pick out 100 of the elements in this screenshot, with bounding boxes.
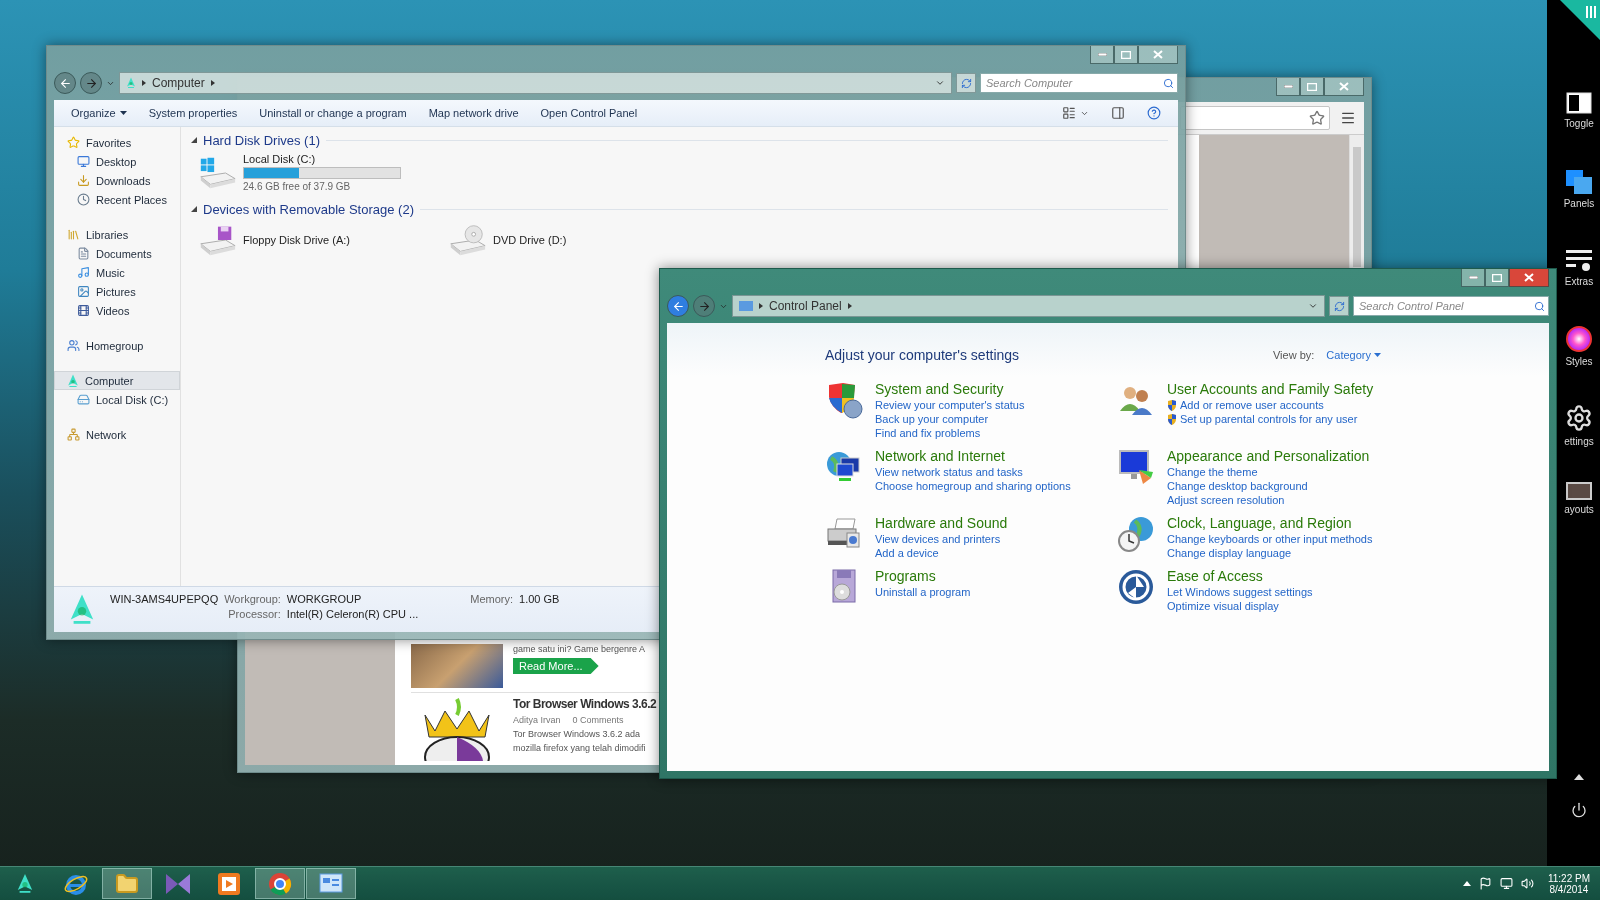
forward-button[interactable] <box>693 295 715 317</box>
address-bar[interactable]: Computer <box>119 72 952 94</box>
maximize-button[interactable] <box>1114 46 1138 64</box>
nav-item[interactable]: Videos <box>54 301 180 320</box>
nav-item[interactable]: Libraries <box>54 225 180 244</box>
refresh-button[interactable] <box>956 73 976 93</box>
category-link[interactable]: System and Security <box>875 381 1025 397</box>
network-icon <box>67 428 80 441</box>
nav-item[interactable]: Computer <box>54 371 180 390</box>
toolbar-button[interactable]: Uninstall or change a program <box>250 104 416 122</box>
sidebar-item[interactable]: ayouts <box>1558 482 1600 552</box>
back-button[interactable] <box>54 72 76 94</box>
sidebar-item[interactable]: Styles <box>1558 326 1600 396</box>
dropdown-caret-icon <box>935 78 945 88</box>
collapse-triangle-icon[interactable] <box>191 206 197 212</box>
task-link[interactable]: Let Windows suggest settings <box>1167 586 1313 598</box>
corner-menu-icon[interactable] <box>1560 0 1600 40</box>
settings-icon <box>1565 404 1593 432</box>
category-link[interactable]: User Accounts and Family Safety <box>1167 381 1374 397</box>
article-title[interactable]: Tor Browser Windows 3.6.2 <box>513 697 657 711</box>
task-link[interactable]: Change keyboards or other input methods <box>1167 533 1373 545</box>
minimize-button[interactable] <box>1090 46 1114 64</box>
toolbar-button[interactable]: Map network drive <box>419 104 528 122</box>
computer-name: WIN-3AMS4UPEPQQ <box>110 593 219 605</box>
task-link[interactable]: Choose homegroup and sharing options <box>875 480 1071 492</box>
task-link[interactable]: Uninstall a program <box>875 586 971 598</box>
taskbar-app-button[interactable] <box>255 868 305 899</box>
nav-item[interactable]: Downloads <box>54 171 180 190</box>
close-button[interactable] <box>1509 269 1549 287</box>
task-link[interactable]: Add or remove user accounts <box>1180 399 1324 411</box>
task-link[interactable]: Change display language <box>1167 547 1292 559</box>
toolbar-button[interactable]: Open Control Panel <box>531 104 647 122</box>
drive-name[interactable]: Floppy Disk Drive (A:) <box>243 234 350 246</box>
back-button[interactable] <box>667 295 689 317</box>
power-icon[interactable] <box>1570 802 1587 818</box>
breadcrumb[interactable]: Computer <box>152 76 205 90</box>
task-link[interactable]: Change the theme <box>1167 466 1258 478</box>
nav-item[interactable]: Homegroup <box>54 336 180 355</box>
view-by-dropdown[interactable]: Category <box>1326 349 1381 361</box>
nav-item[interactable]: Documents <box>54 244 180 263</box>
category-link[interactable]: Hardware and Sound <box>875 515 1008 531</box>
up-arrow-icon[interactable] <box>1573 774 1584 780</box>
category-link[interactable]: Network and Internet <box>875 448 1071 464</box>
sidebar-item[interactable]: Panels <box>1558 170 1600 240</box>
sidebar-item[interactable]: Extras <box>1558 248 1600 318</box>
menu-icon[interactable] <box>1340 110 1356 126</box>
drive-name[interactable]: Local Disk (C:) <box>243 153 401 165</box>
nav-item[interactable]: Local Disk (C:) <box>54 390 180 409</box>
task-link[interactable]: Adjust screen resolution <box>1167 494 1285 506</box>
task-link[interactable]: Find and fix problems <box>875 427 981 439</box>
task-link[interactable]: Add a device <box>875 547 939 559</box>
hard-drive-icon <box>77 393 90 406</box>
search-field[interactable]: Search Computer <box>980 73 1178 93</box>
breadcrumb[interactable]: Control Panel <box>769 299 842 313</box>
bookmark-star-icon[interactable] <box>1309 110 1325 126</box>
minimize-button[interactable] <box>1276 78 1300 96</box>
category-link[interactable]: Programs <box>875 568 971 584</box>
network-monitor-icon[interactable] <box>1499 877 1513 890</box>
download-icon <box>77 174 90 187</box>
maximize-button[interactable] <box>1300 78 1324 96</box>
task-link[interactable]: View devices and printers <box>875 533 1001 545</box>
task-link[interactable]: Review your computer's status <box>875 399 1025 411</box>
task-link[interactable]: View network status and tasks <box>875 466 1023 478</box>
toolbar-button[interactable]: Organize <box>62 104 136 122</box>
speaker-icon[interactable] <box>1520 877 1534 890</box>
task-link[interactable]: Back up your computer <box>875 413 989 425</box>
maximize-button[interactable] <box>1485 269 1509 287</box>
nav-item[interactable]: Desktop <box>54 152 180 171</box>
category-link[interactable]: Clock, Language, and Region <box>1167 515 1373 531</box>
task-link[interactable]: Set up parental controls for any user <box>1180 413 1358 425</box>
minimize-button[interactable] <box>1461 269 1485 287</box>
detail-label: Memory: <box>470 593 514 605</box>
task-link[interactable]: Optimize visual display <box>1167 600 1279 612</box>
search-field[interactable]: Search Control Panel <box>1353 296 1549 316</box>
pane-icon <box>1111 106 1125 120</box>
sidebar-item[interactable]: ettings <box>1558 404 1600 474</box>
scrollbar-thumb[interactable] <box>1353 147 1361 267</box>
forward-button[interactable] <box>80 72 102 94</box>
sidebar-item[interactable]: Toggle <box>1558 92 1600 162</box>
taskbar-app-button[interactable] <box>306 868 356 899</box>
category-link[interactable]: Appearance and Personalization <box>1167 448 1370 464</box>
close-button[interactable] <box>1324 78 1364 96</box>
taskbar-clock[interactable]: 11:22 PM 8/4/2014 <box>1547 872 1590 895</box>
close-button[interactable] <box>1138 46 1178 64</box>
nav-item[interactable]: Pictures <box>54 282 180 301</box>
nav-item[interactable]: Favorites <box>54 133 180 152</box>
show-hidden-icons-icon[interactable] <box>1462 881 1471 886</box>
collapse-triangle-icon[interactable] <box>191 137 197 143</box>
address-bar[interactable]: Control Panel <box>732 295 1325 317</box>
drive-name[interactable]: DVD Drive (D:) <box>493 234 567 246</box>
nav-item[interactable]: Network <box>54 425 180 444</box>
category-link[interactable]: Ease of Access <box>1167 568 1313 584</box>
nav-item[interactable]: Recent Places <box>54 190 180 209</box>
flag-icon[interactable] <box>1478 877 1492 890</box>
monitor-icon <box>77 155 90 168</box>
toolbar-button[interactable]: System properties <box>139 104 247 122</box>
comment-count[interactable]: 0 Comments <box>572 715 624 725</box>
refresh-button[interactable] <box>1329 296 1349 316</box>
nav-item[interactable]: Music <box>54 263 180 282</box>
task-link[interactable]: Change desktop background <box>1167 480 1308 492</box>
